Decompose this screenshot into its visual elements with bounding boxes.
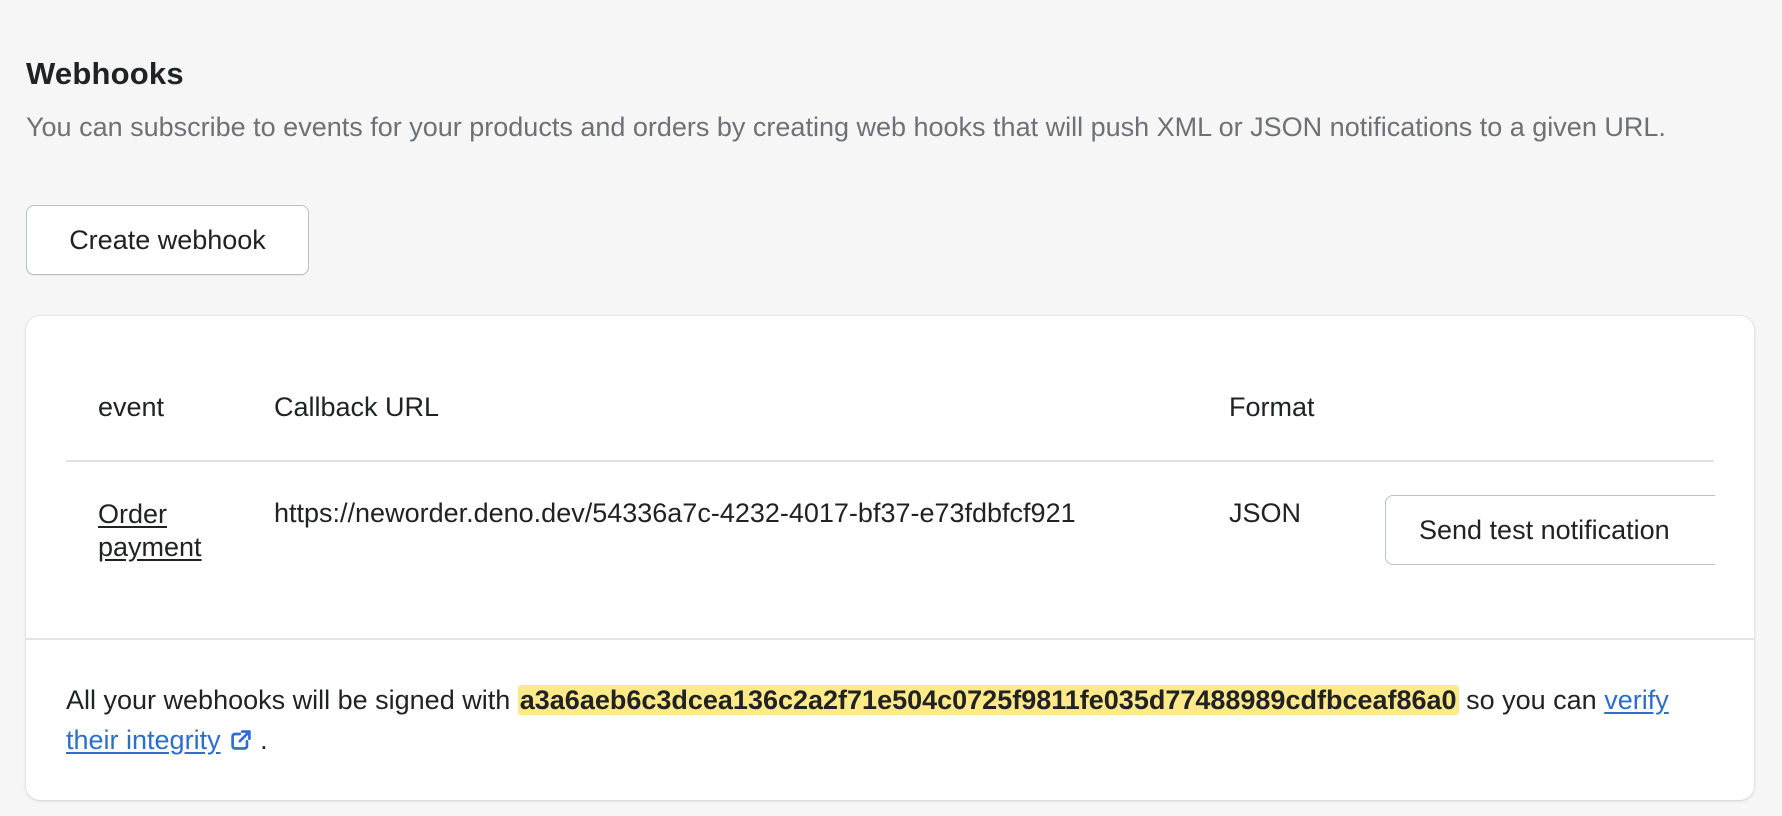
page-title: Webhooks — [26, 56, 184, 91]
signing-secret-notice: All your webhooks will be signed with a3… — [66, 680, 1706, 760]
signing-middle-text: so you can — [1466, 685, 1597, 715]
column-header-event: event — [98, 392, 165, 422]
webhooks-description: You can subscribe to events for your pro… — [26, 112, 1666, 142]
signing-suffix-text: . — [260, 725, 268, 755]
event-link-order-payment[interactable]: Order payment — [98, 498, 228, 564]
format-value: JSON — [1229, 498, 1302, 528]
signing-prefix-text: All your webhooks will be signed with — [66, 685, 511, 715]
send-test-notification-button[interactable]: Send test notification — [1385, 495, 1715, 565]
external-link-icon — [230, 730, 251, 750]
column-header-callback-url: Callback URL — [274, 392, 440, 422]
create-webhook-button[interactable]: Create webhook — [26, 205, 309, 275]
callback-url-value: https://neworder.deno.dev/54336a7c-4232-… — [274, 498, 1076, 528]
table-header-divider — [66, 460, 1714, 462]
signing-secret-value: a3a6aeb6c3dcea136c2a2f71e504c0725f9811fe… — [517, 685, 1459, 715]
card-footer-divider — [26, 638, 1754, 640]
column-header-format: Format — [1229, 392, 1315, 422]
